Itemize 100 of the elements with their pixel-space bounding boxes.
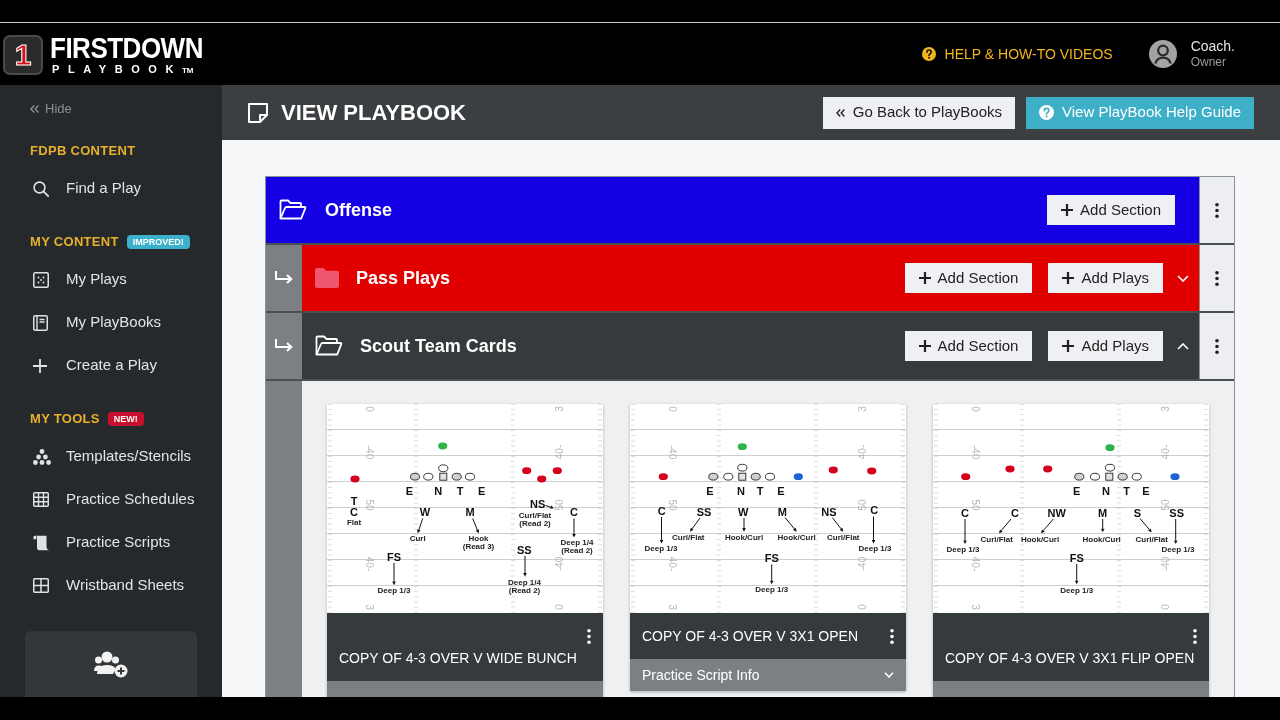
section-title: Offense — [325, 198, 393, 222]
route-label: Hook/Curl — [724, 533, 764, 542]
player-label: C — [961, 507, 969, 519]
table-icon — [33, 578, 49, 593]
route-label: Deep 1/3 — [1060, 586, 1094, 595]
yard-number: 0 — [1161, 603, 1171, 610]
chevron-down-icon[interactable] — [1177, 274, 1189, 282]
kebab-menu-icon[interactable] — [587, 628, 591, 644]
player-label: N — [1102, 485, 1110, 497]
kebab-menu-icon[interactable] — [1193, 628, 1197, 644]
search-icon — [33, 180, 49, 197]
more-options-button[interactable] — [1199, 313, 1234, 379]
center-marker-icon — [738, 472, 747, 481]
route-arrow — [659, 516, 664, 544]
player-marker-icon — [1104, 463, 1116, 472]
route-arrow — [523, 555, 527, 577]
player-marker-icon — [464, 472, 476, 481]
player-label: SS — [1169, 507, 1185, 519]
route-arrow — [572, 518, 576, 538]
add-users-button[interactable] — [25, 631, 197, 697]
more-options-button[interactable] — [1199, 245, 1234, 311]
sidebar-item[interactable]: Templates/Stencils — [0, 435, 222, 478]
sidebar-item[interactable]: My PlayBooks — [0, 301, 222, 344]
route-label: Flat — [346, 519, 362, 527]
player-label: FS — [1069, 552, 1084, 564]
yard-number: 3 — [970, 603, 980, 610]
hide-sidebar-button[interactable]: Hide — [30, 100, 72, 117]
chevron-up-icon[interactable] — [1177, 342, 1189, 350]
route-label: Deep 1/4 (Read 2) — [560, 539, 594, 555]
player-label: NW — [1047, 507, 1066, 519]
add-button[interactable]: Add Section — [1047, 195, 1175, 225]
help-videos-link[interactable]: HELP & HOW-TO VIDEOS — [921, 43, 1113, 65]
route-arrow — [831, 517, 844, 532]
route-label: Deep 1/3 — [644, 545, 678, 553]
yard-number: 40- — [970, 556, 980, 572]
sidebar-item[interactable]: My Plays — [0, 258, 222, 301]
route-label: Curl/Flat (Read 2) — [518, 512, 552, 528]
chevron-down-icon — [884, 672, 894, 678]
route-label: Deep 1/3 — [377, 587, 411, 595]
back-button[interactable]: Go Back to PlayBooks — [822, 96, 1015, 129]
grid-icon — [33, 492, 49, 507]
avatar-icon — [1148, 40, 1177, 68]
player-marker-icon — [723, 472, 734, 481]
route-arrow — [1173, 518, 1178, 544]
plus-icon — [1062, 272, 1075, 284]
add-button[interactable]: Add Plays — [1048, 331, 1163, 361]
player-label: C — [870, 504, 879, 516]
yard-number: 40- — [1161, 444, 1171, 459]
yard-number: 3 — [555, 406, 565, 412]
player-label: C — [350, 506, 358, 518]
sidebar-item[interactable]: Wristband Sheets — [0, 564, 222, 607]
add-button[interactable]: Add Section — [904, 331, 1033, 361]
route-arrow — [1041, 518, 1054, 534]
yard-number: -40 — [555, 556, 565, 572]
double-chevron-left-icon — [30, 104, 39, 113]
route-arrow — [545, 505, 554, 509]
plus-icon — [1061, 204, 1074, 216]
sidebar-item[interactable]: Practice Schedules — [0, 478, 222, 521]
plus-icon — [33, 358, 47, 373]
sidebar-group-title: MY CONTENT — [30, 233, 119, 252]
player-label: C — [1011, 507, 1019, 519]
yard-number: 50 — [364, 499, 374, 511]
kebab-menu-icon[interactable] — [890, 628, 894, 644]
sidebar-group-title: FDPB CONTENT — [30, 142, 136, 161]
page-title: VIEW PLAYBOOK — [281, 99, 466, 127]
route-arrow — [742, 517, 746, 532]
yard-number: 0 — [555, 603, 565, 610]
route-arrow — [784, 517, 797, 532]
sidebar-item[interactable]: Find a Play — [0, 167, 222, 210]
player-label: N — [434, 485, 443, 497]
yard-number: -40 — [364, 444, 374, 459]
sidebar-item[interactable]: Practice Scripts — [0, 521, 222, 564]
yard-number: -40 — [667, 444, 677, 459]
route-label: Deep 1/3 — [946, 545, 980, 554]
add-button[interactable]: Add Plays — [1048, 263, 1163, 293]
route-arrow — [1074, 563, 1079, 585]
help-icon — [921, 47, 936, 61]
route-label: Hook (Read 3) — [462, 535, 495, 551]
route-label: Deep 1/4 (Read 2) — [508, 578, 541, 595]
add-button[interactable]: Add Section — [904, 263, 1033, 293]
yard-number: -40 — [970, 444, 980, 459]
player-label: FS — [764, 552, 779, 564]
player-label: E — [706, 485, 714, 497]
player-label: E — [478, 485, 486, 497]
player-label: C — [570, 506, 578, 518]
player-label: E — [1073, 485, 1081, 497]
info-toggle[interactable]: Practice Script Info — [630, 659, 906, 691]
player-label: NS — [530, 498, 546, 510]
yard-number: -40 — [1161, 556, 1171, 572]
double-chevron-left-icon — [835, 108, 845, 117]
yard-number: 3 — [1161, 406, 1171, 412]
more-options-button[interactable] — [1199, 177, 1234, 243]
logo-mark: 1 — [3, 35, 43, 75]
player-label: SS — [516, 544, 532, 556]
sidebar-badge: IMPROVED! — [126, 235, 190, 249]
sidebar-item[interactable]: Create a Play — [0, 344, 222, 387]
section-title: Pass Plays — [356, 266, 451, 290]
user-name: Coach. — [1190, 38, 1235, 55]
yard-number: 0 — [970, 406, 980, 412]
kebab-menu-icon — [1215, 270, 1219, 286]
